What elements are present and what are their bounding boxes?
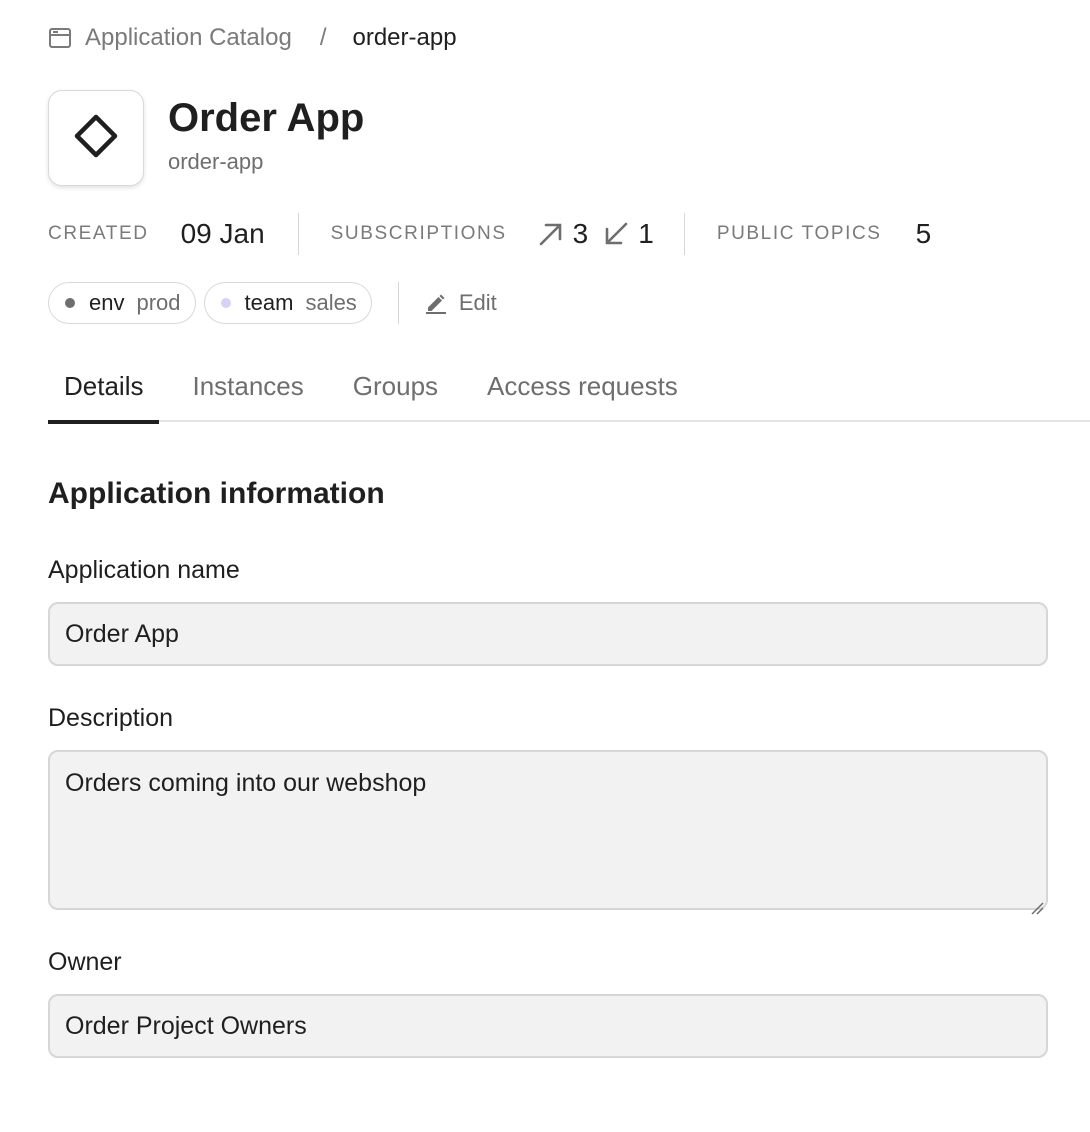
tab-bar: Details Instances Groups Access requests [48,350,1090,424]
edit-label: Edit [458,290,497,315]
stats-divider [683,213,685,255]
arrow-up-right-icon [537,220,565,248]
section-title: Application information [48,477,385,510]
catalog-window-icon [48,26,72,50]
tag-key: team [244,290,294,315]
description-text: Orders coming into our webshop [65,769,427,797]
page-title: Order App [168,96,365,140]
tag-env[interactable]: env prod [48,282,196,324]
tab-details[interactable]: Details [48,350,160,424]
application-name-label: Application name [48,556,240,584]
subscriptions-outgoing: 3 [537,218,589,250]
pencil-icon [425,292,447,314]
tag-dot-icon [65,298,75,308]
arrow-down-left-icon [602,220,630,248]
tag-key: env [89,290,125,315]
description-field[interactable]: Orders coming into our webshop [48,750,1048,915]
diamond-icon [72,112,120,165]
edit-tags-button[interactable]: Edit [425,290,497,316]
stats-divider [297,213,299,255]
description-label: Description [48,704,174,732]
subscriptions-incoming: 1 [602,218,654,250]
application-name-field[interactable]: Order App [48,602,1048,666]
breadcrumb: Application Catalog / order-app [48,22,457,54]
owner-label: Owner [48,948,122,976]
subscriptions-outgoing-count: 3 [572,218,589,249]
created-label: CREATED [48,223,149,244]
tags-divider [397,282,399,324]
tags-row: env prod team sales Edit [48,282,497,324]
public-topics-label: PUBLIC TOPICS [716,223,882,244]
tab-groups[interactable]: Groups [337,350,454,422]
tab-access-requests[interactable]: Access requests [471,350,694,422]
app-logo [48,90,144,186]
tag-team[interactable]: team sales [203,282,372,324]
public-topics-value: 5 [915,218,932,249]
subscriptions-label: SUBSCRIPTIONS [330,223,507,244]
breadcrumb-catalog-link[interactable]: Application Catalog [85,24,292,52]
subscriptions-incoming-count: 1 [638,218,654,249]
breadcrumb-separator: / [319,24,327,51]
app-slug: order-app [168,149,264,174]
breadcrumb-current: order-app [352,24,457,51]
tag-value: sales [305,290,357,315]
tab-instances[interactable]: Instances [176,350,319,422]
tag-dot-icon [220,298,231,308]
created-value: 09 Jan [180,218,265,249]
owner-field[interactable]: Order Project Owners [48,994,1048,1058]
stats-row: CREATED 09 Jan SUBSCRIPTIONS 3 1 PUBLIC … [48,210,931,258]
resize-handle-icon[interactable] [1030,892,1044,915]
tag-value: prod [136,290,181,315]
